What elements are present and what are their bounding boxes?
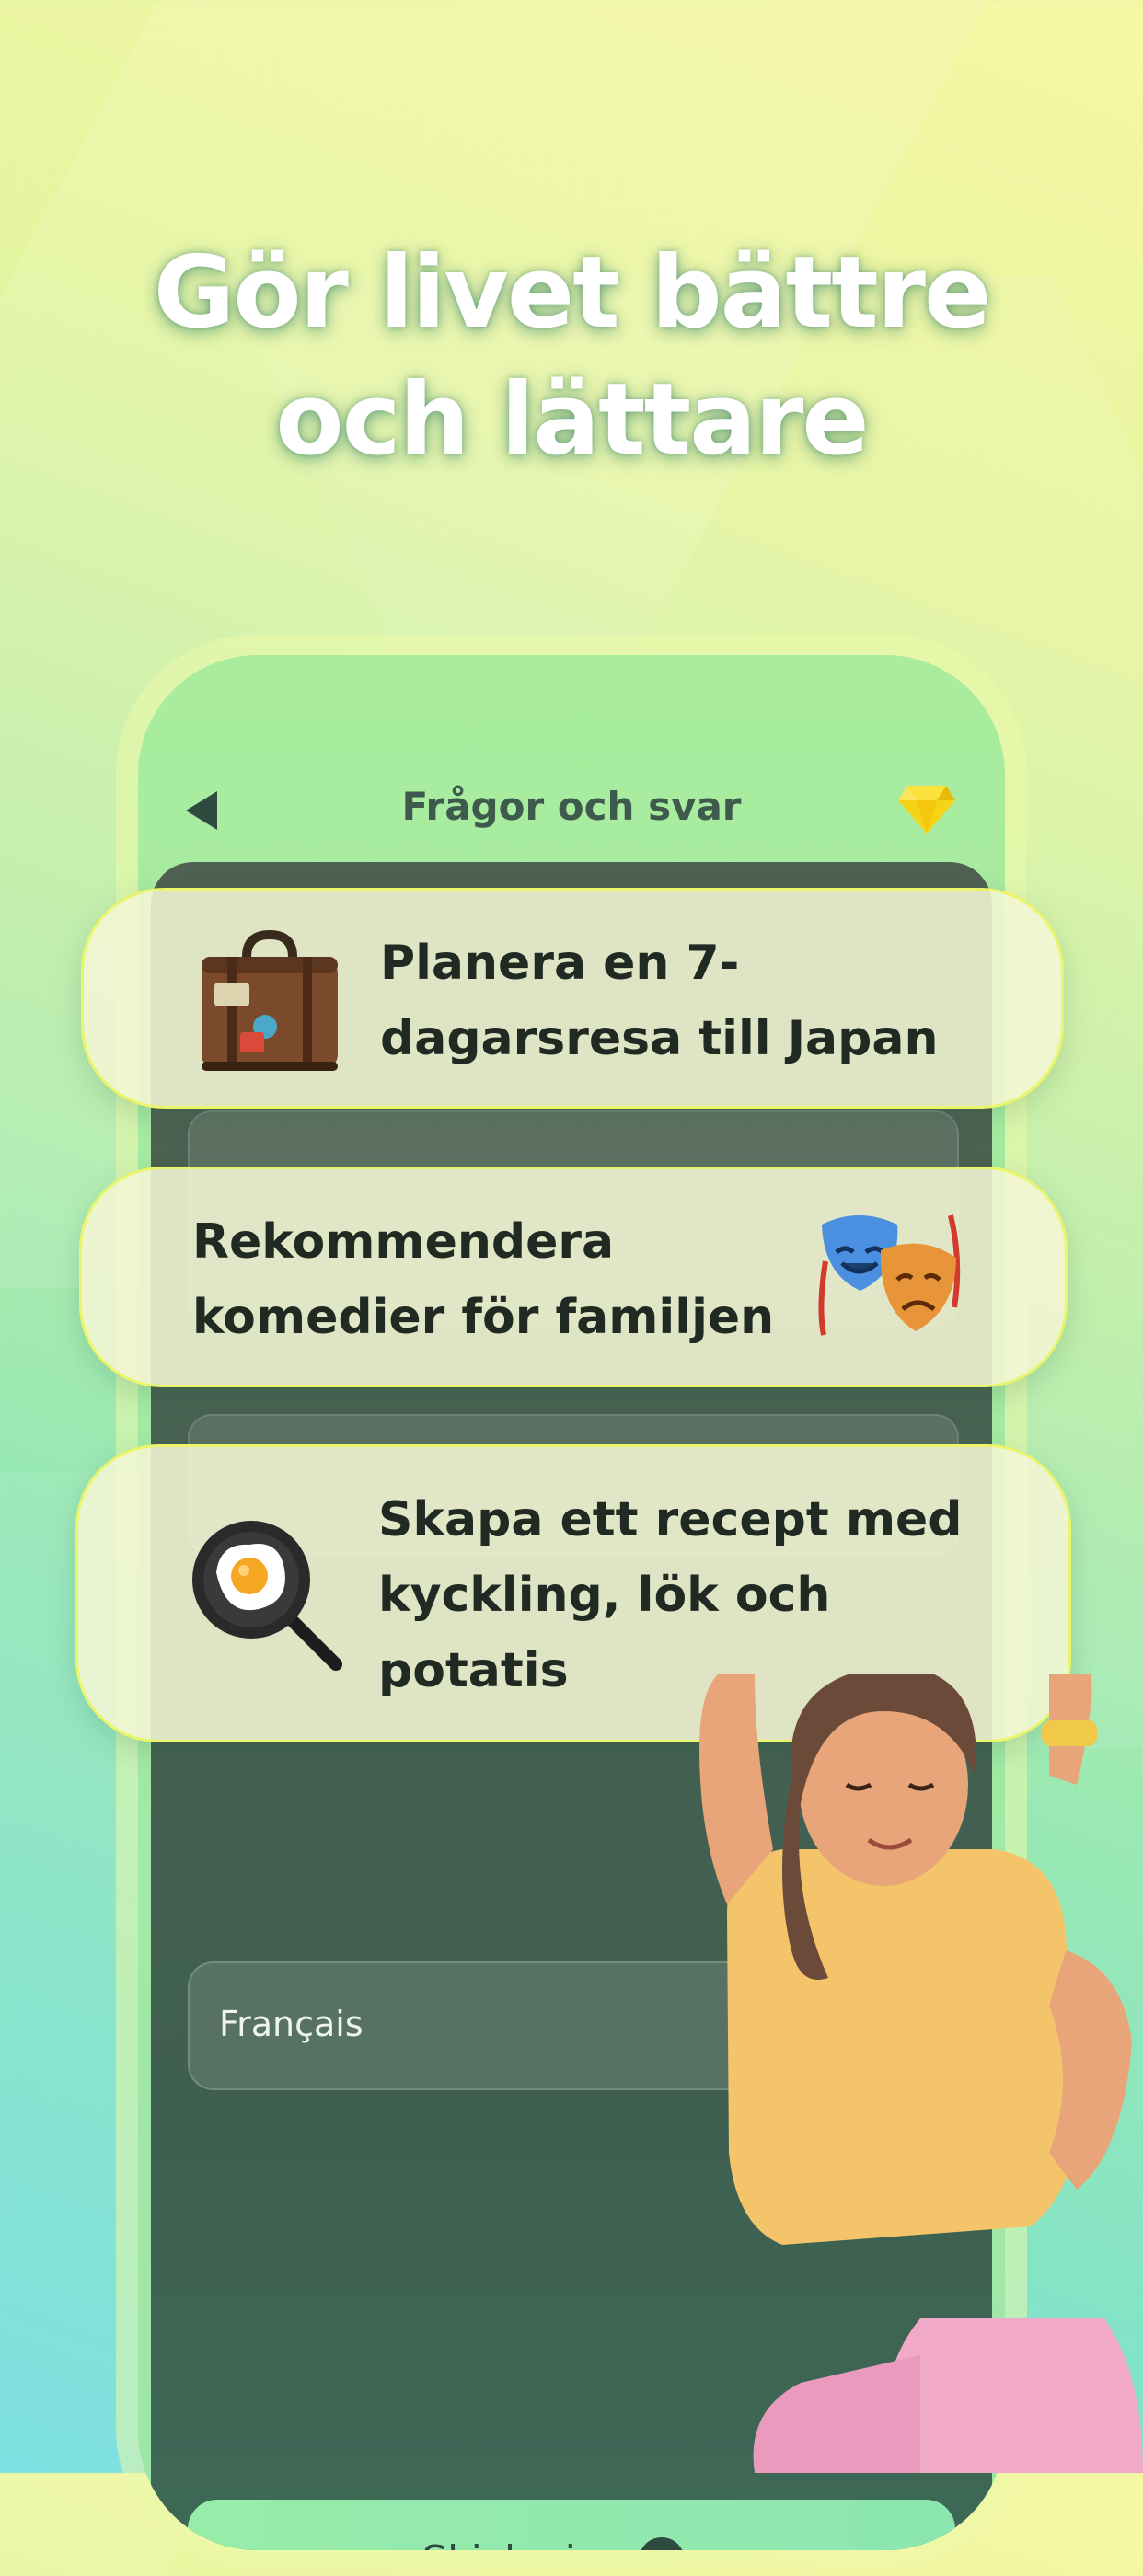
language-value: Français xyxy=(219,2004,364,2044)
submit-button[interactable]: Skicka in xyxy=(188,2500,955,2550)
card-text-line: Skapa ett recept med xyxy=(378,1492,963,1547)
card-text: Rekommendera komedier för familjen xyxy=(192,1204,774,1355)
submit-label-wrap: Skicka in xyxy=(188,2535,955,2550)
card-text-line: komedier för familjen xyxy=(192,1290,775,1345)
card-text-line: dagarsresa till Japan xyxy=(380,1011,939,1066)
theater-masks-icon xyxy=(818,1214,961,1336)
prompt-card-trip[interactable]: Planera en 7- dagarsresa till Japan xyxy=(81,888,1064,1109)
person-illustration xyxy=(699,1674,1143,2473)
submit-label: Skicka in xyxy=(421,2537,602,2551)
frying-pan-egg-icon xyxy=(192,1521,342,1671)
headline-line-1: Gör livet bättre xyxy=(153,236,992,351)
phone-header: Frågor och svar xyxy=(138,655,1005,867)
headline-line-2: och lättare xyxy=(275,362,869,477)
suitcase-icon xyxy=(202,929,338,1071)
headline: Gör livet bättre och lättare xyxy=(0,230,1143,484)
prompt-card-comedy[interactable]: Rekommendera komedier för familjen xyxy=(79,1167,1068,1387)
card-text-line: kyckling, lök och xyxy=(378,1568,831,1623)
card-text: Planera en 7- dagarsresa till Japan xyxy=(380,926,938,1076)
card-text-line: Planera en 7- xyxy=(380,936,740,991)
card-text-line: Rekommendera xyxy=(192,1214,615,1270)
page-title: Frågor och svar xyxy=(401,784,742,829)
diamond-icon[interactable] xyxy=(896,782,957,835)
arrow-right-circle-icon xyxy=(638,2537,685,2550)
